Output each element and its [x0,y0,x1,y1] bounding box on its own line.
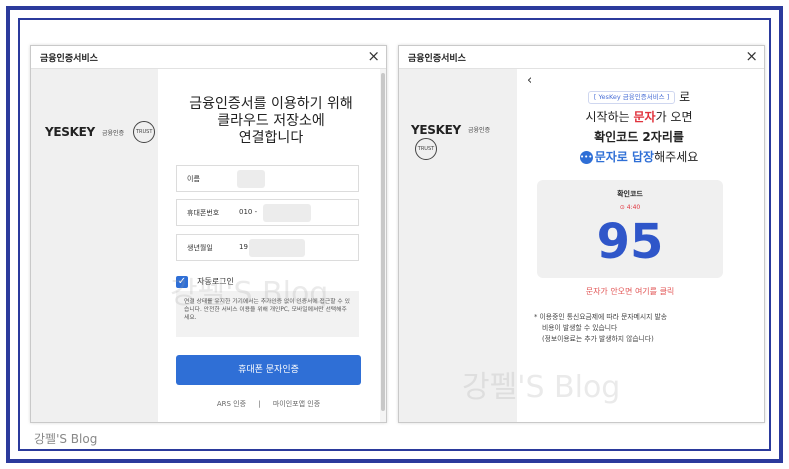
scroll-thumb[interactable] [381,73,385,411]
trust-badge-icon: TRUST [415,138,437,160]
alt-auth-links: ARS 인증 | 마이인포앱 인증 [176,399,361,409]
heading-line-2: 클라우드 저장소에 [217,113,325,129]
msg-highlight-reply: 문자로 답장 [594,150,655,164]
dialog-sidebar: YESKEY 금융인증 TRUST [31,69,158,422]
verification-code: 95 [596,214,664,270]
footnote-line-1: * 이용중인 통신요금제에 따라 문자메시지 발송 [534,313,668,321]
myinfo-auth-link[interactable]: 마이인포앱 인증 [273,400,320,408]
dialog-titlebar: 금융인증서비스 × [399,46,764,69]
ars-auth-link[interactable]: ARS 인증 [217,400,246,408]
sms-auth-button[interactable]: 휴대폰 문자인증 [176,355,361,385]
logo-sub: 금융인증 [102,129,125,137]
phone-value: 010 - [239,208,258,216]
dialog-title: 금융인증서비스 [408,54,466,64]
msg-line-2: 시작하는 문자가 오면 [529,107,749,127]
blog-watermark: 강펠'S Blog [170,276,329,311]
link-divider: | [258,400,261,408]
birthdate-label: 생년월일 [187,244,213,252]
msg-line-4: ••• 문자로 답장해주세요 [529,147,749,167]
logo-brand: YESKEY [45,125,95,139]
msg-line-1: [ YesKey 금융인증서비스 ] 로 [529,87,749,107]
phone-value-blur [263,204,311,222]
verification-code-card: 확인코드 ⊙ 4:40 95 [537,180,723,278]
code-title: 확인코드 [617,190,643,198]
yeskey-logo: YESKEY 금융인증 TRUST [411,119,517,160]
dialog-title: 금융인증서비스 [40,54,98,64]
msg-line-2-suffix: 가 오면 [655,110,693,124]
brand-pill: [ YesKey 금융인증서비스 ] [587,91,676,104]
timer-value: 4:40 [626,204,641,211]
chat-bubble-icon: ••• [579,151,593,164]
blog-watermark: 강펠'S Blog [462,370,621,405]
close-icon[interactable]: × [367,48,380,64]
back-chevron-icon[interactable]: ‹ [527,73,532,88]
footnote-line-2: 비용이 발생할 수 있습니다 [542,324,618,332]
clock-icon: ⊙ [619,204,625,211]
birthdate-field[interactable]: 생년월일 19 [176,234,359,261]
yeskey-logo: YESKEY 금융인증 TRUST [45,121,156,143]
name-value-blur [237,170,265,188]
msg-highlight-sms: 문자 [633,110,656,124]
countdown-timer: ⊙ 4:40 [537,204,723,211]
footnote-line-3: (정보이용료는 추가 발생하지 않습니다) [542,335,654,343]
msg-line-1-suffix: 로 [679,90,691,104]
blog-label: 강펠'S Blog [34,432,98,446]
logo-sub: 금융인증 [468,127,491,134]
close-icon[interactable]: × [745,48,758,64]
msg-line-2-prefix: 시작하는 [585,110,634,124]
cloud-connect-dialog: 금융인증서비스 × YESKEY 금융인증 TRUST 금융인증서를 이용하기 … [30,45,387,423]
phone-field[interactable]: 휴대폰번호 010 - [176,199,359,226]
msg-line-4-suffix: 해주세요 [654,150,699,164]
msg-line-3: 확인코드 2자리를 [594,130,684,144]
logo-brand: YESKEY [411,122,461,137]
heading-line-3: 연결합니다 [238,130,304,146]
dialog-heading: 금융인증서를 이용하기 위해 클라우드 저장소에 연결합니다 [171,96,371,147]
heading-line-1: 금융인증서를 이용하기 위해 [189,96,353,112]
birthdate-value: 19 [239,243,248,251]
resend-link[interactable]: 문자가 안오면 여기를 클릭 [537,286,723,297]
phone-label: 휴대폰번호 [187,209,220,217]
name-field[interactable]: 이름 [176,165,359,192]
name-label: 이름 [187,175,200,183]
sms-cost-footnote: * 이용중인 통신요금제에 따라 문자메시지 발송 비용이 발생할 수 있습니다… [534,312,744,345]
trust-badge-icon: TRUST [133,121,156,143]
scrollbar[interactable] [380,69,386,422]
birthdate-value-blur [249,239,305,257]
dialog-titlebar: 금융인증서비스 × [31,46,386,69]
